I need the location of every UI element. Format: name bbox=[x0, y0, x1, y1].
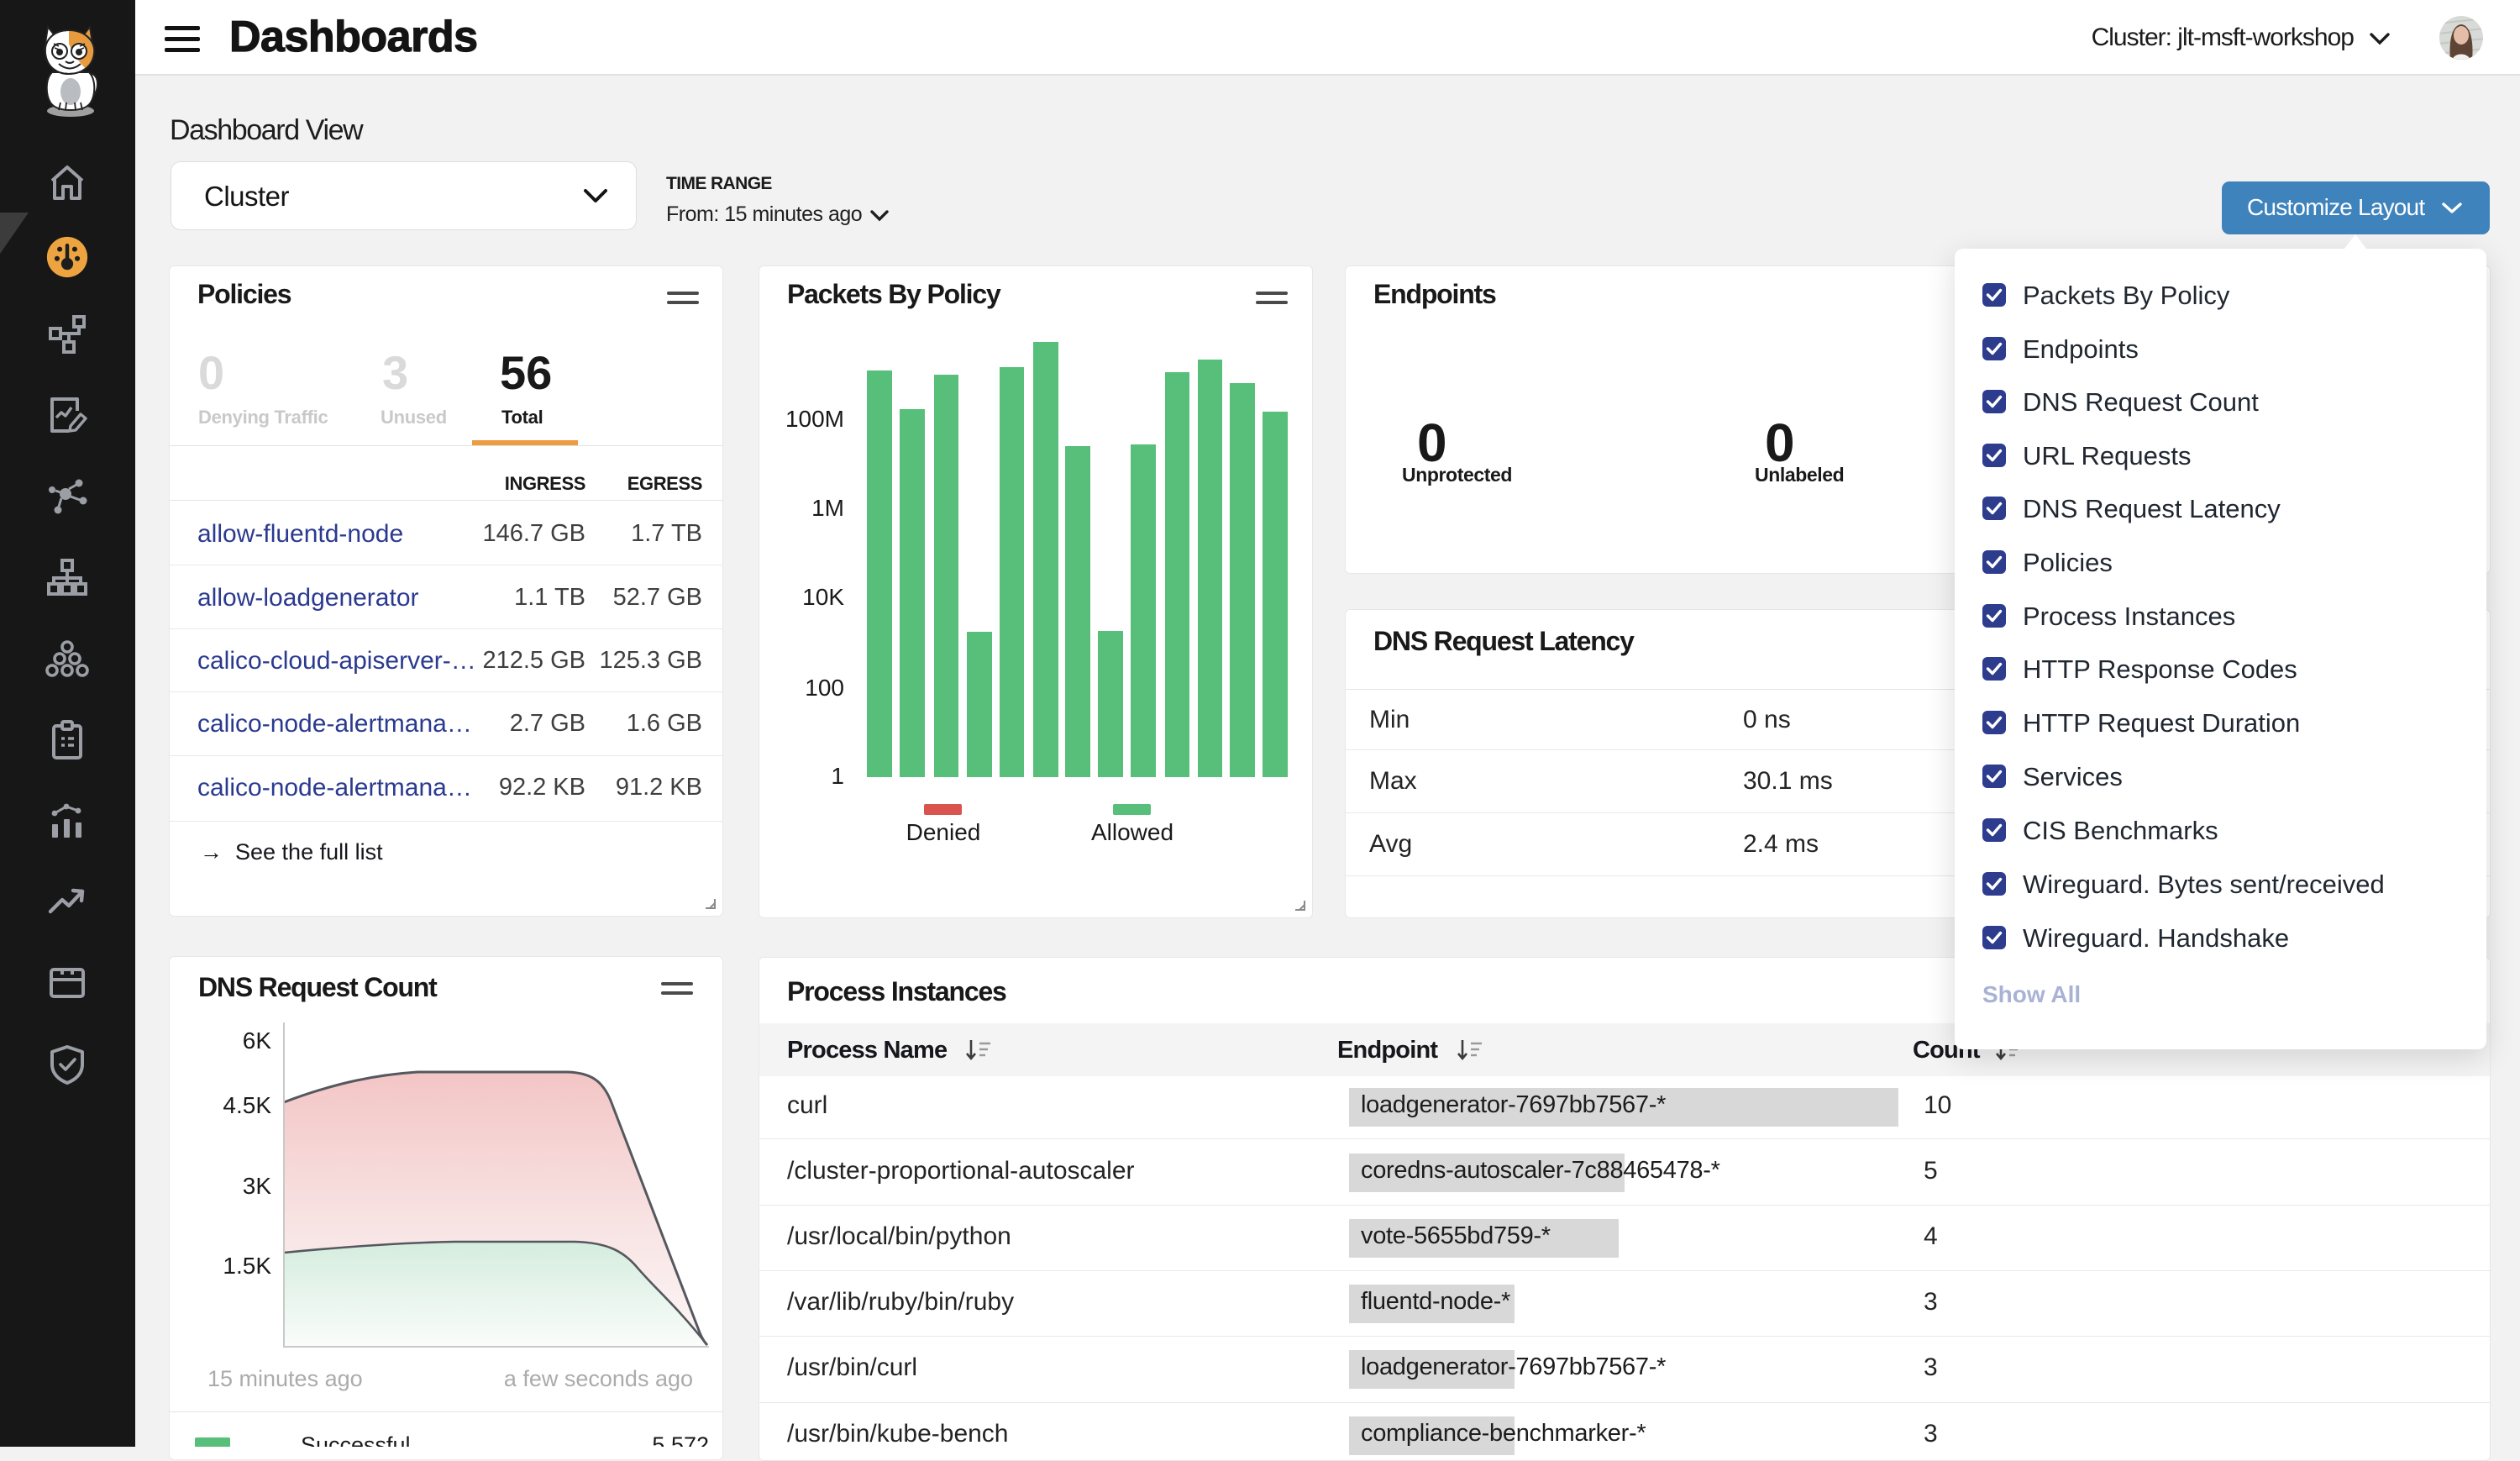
svg-text:1M: 1M bbox=[811, 495, 844, 521]
svg-text:Successful: Successful bbox=[301, 1432, 411, 1447]
svg-text:100: 100 bbox=[805, 675, 844, 701]
svg-text:1.5K: 1.5K bbox=[223, 1253, 271, 1279]
svg-text:Denied: Denied bbox=[906, 819, 981, 845]
svg-text:6K: 6K bbox=[243, 1027, 272, 1054]
svg-text:1: 1 bbox=[831, 763, 844, 789]
svg-text:5,572: 5,572 bbox=[652, 1432, 709, 1447]
svg-text:a few seconds ago: a few seconds ago bbox=[504, 1366, 693, 1391]
svg-text:100M: 100M bbox=[785, 406, 844, 432]
svg-text:10K: 10K bbox=[802, 584, 844, 610]
svg-text:4.5K: 4.5K bbox=[223, 1092, 271, 1118]
svg-text:3K: 3K bbox=[243, 1173, 272, 1199]
svg-text:Allowed: Allowed bbox=[1091, 819, 1173, 845]
svg-text:15 minutes ago: 15 minutes ago bbox=[207, 1366, 363, 1391]
